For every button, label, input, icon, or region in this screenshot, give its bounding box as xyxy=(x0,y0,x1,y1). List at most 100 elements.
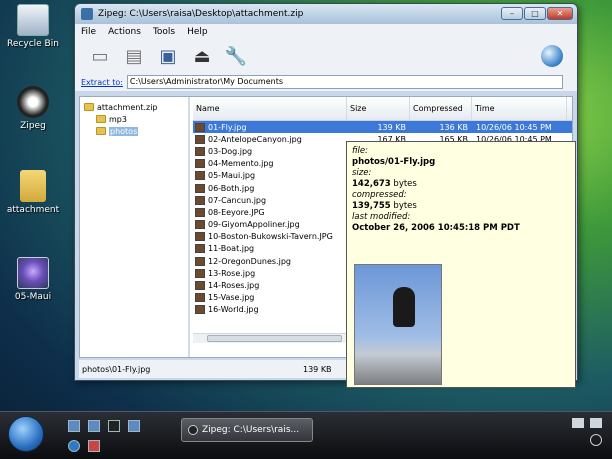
minimize-button[interactable]: – xyxy=(501,7,523,20)
internet-explorer-icon[interactable] xyxy=(68,440,80,452)
wrench-icon: 🔧 xyxy=(224,45,248,67)
extract-all-tool-button[interactable]: ▤ xyxy=(119,42,149,70)
list-header: Name Size Compressed Time xyxy=(193,97,572,121)
file-compressed: 136 KB xyxy=(439,122,468,132)
tooltip-compressed-unit: bytes xyxy=(390,201,417,211)
extract-bar: Extract to: C:\Users\Administrator\My Do… xyxy=(75,73,577,91)
tree-item-attachment-zip[interactable]: attachment.zip xyxy=(84,101,184,113)
file-name-cell: 04-Memento.jpg xyxy=(193,159,347,169)
extract-path-input[interactable]: C:\Users\Administrator\My Documents xyxy=(126,75,563,89)
file-name: 12-OregonDunes.jpg xyxy=(208,256,291,266)
column-name[interactable]: Name xyxy=(193,97,347,120)
globe-icon[interactable] xyxy=(541,45,563,67)
eject-icon: ⏏ xyxy=(193,45,211,67)
file-name-cell: 07-Cancun.jpg xyxy=(193,195,347,205)
file-name-cell: 11-Boat.jpg xyxy=(193,244,347,254)
extract-to-link[interactable]: Extract to: xyxy=(81,78,123,87)
close-button[interactable]: ✕ xyxy=(547,7,573,20)
tooltip-compressed-value: 139,755 xyxy=(352,201,391,211)
file-name-cell: 14-Roses.jpg xyxy=(193,281,347,291)
folder-icon xyxy=(96,127,106,135)
column-time[interactable]: Time xyxy=(472,97,567,120)
image-file-icon xyxy=(195,146,205,156)
start-button[interactable] xyxy=(8,416,44,452)
skateboarder-figure xyxy=(393,287,415,327)
image-file-icon xyxy=(195,207,205,217)
column-size[interactable]: Size xyxy=(347,97,410,120)
file-name: 03-Dog.jpg xyxy=(208,146,253,156)
tree-item-photos[interactable]: photos xyxy=(84,125,184,137)
image-file-icon xyxy=(195,220,205,230)
title-bar[interactable]: Zipeg: C:\Users\raisa\Desktop\attachment… xyxy=(75,4,577,24)
desktop-icon-recycle-bin[interactable]: Recycle Bin xyxy=(3,4,63,49)
image-file-icon xyxy=(195,159,205,169)
recycle-bin-icon xyxy=(17,4,49,36)
clock-icon[interactable] xyxy=(590,434,602,446)
desktop-icon-label: 05-Maui xyxy=(14,292,52,302)
window-title: Zipeg: C:\Users\raisa\Desktop\attachment… xyxy=(98,9,304,19)
zipeg-quicklaunch-icon[interactable] xyxy=(108,420,120,432)
tooltip-file-value: photos/01-Fly.jpg xyxy=(352,157,436,167)
image-file-icon xyxy=(195,195,205,205)
tooltip-size-label: size: xyxy=(352,168,372,178)
stack-icon: ▤ xyxy=(125,45,143,67)
desktop-icon-zipeg[interactable]: Zipeg xyxy=(3,86,63,131)
file-name-cell: 05-Maui.jpg xyxy=(193,171,347,181)
menu-file[interactable]: File xyxy=(81,27,96,37)
show-desktop-icon[interactable] xyxy=(68,420,80,432)
tooltip-file-label: file: xyxy=(352,146,368,156)
tree-item-label: mp3 xyxy=(109,114,127,124)
file-name-cell: 06-Both.jpg xyxy=(193,183,347,193)
file-row[interactable]: 01-Fly.jpg 139 KB 136 KB 10/26/06 10:45 PM xyxy=(193,121,572,134)
toolbar: ▭ ▤ ▣ ⏏ 🔧 xyxy=(75,39,577,73)
up-tool-button[interactable]: ⏏ xyxy=(187,42,217,70)
tooltip-modified-value: October 26, 2006 10:45:18 PM PDT xyxy=(352,223,520,233)
taskbar-zipeg-button[interactable]: Zipeg: C:\Users\rais... xyxy=(181,418,313,442)
taskbar: Zipeg: C:\Users\rais... xyxy=(0,411,612,459)
zip-folder-icon xyxy=(20,170,46,202)
desktop-icon-attachment[interactable]: attachment xyxy=(3,170,63,215)
app-icon xyxy=(81,8,93,20)
file-name-cell: 01-Fly.jpg xyxy=(193,122,347,132)
image-file-icon xyxy=(195,293,205,303)
image-file-icon xyxy=(195,305,205,315)
image-file-icon xyxy=(195,122,205,132)
menu-bar: File Actions Tools Help xyxy=(75,24,577,39)
tree-item-label: photos xyxy=(109,126,139,136)
file-name: 06-Both.jpg xyxy=(208,183,255,193)
preview-tool-button[interactable]: ▣ xyxy=(153,42,183,70)
volume-icon[interactable] xyxy=(590,418,602,428)
taskbar-button-label: Zipeg: C:\Users\rais... xyxy=(202,425,300,435)
file-name: 11-Boat.jpg xyxy=(208,244,255,254)
menu-help[interactable]: Help xyxy=(187,27,208,37)
file-name: 09-GiyomAppoliner.jpg xyxy=(208,220,300,230)
folder-icon xyxy=(96,115,106,123)
menu-actions[interactable]: Actions xyxy=(108,27,141,37)
maximize-button[interactable]: □ xyxy=(524,7,546,20)
zipeg-task-icon xyxy=(188,425,198,435)
photos-icon: ▣ xyxy=(159,45,177,67)
file-name: 14-Roses.jpg xyxy=(208,281,260,291)
desktop-icon-label: attachment xyxy=(6,205,60,215)
explorer-quicklaunch-icon[interactable] xyxy=(128,420,140,432)
file-name: 13-Rose.jpg xyxy=(208,268,256,278)
switch-windows-icon[interactable] xyxy=(88,420,100,432)
file-name: 16-World.jpg xyxy=(208,305,259,315)
image-preview xyxy=(354,264,442,385)
menu-tools[interactable]: Tools xyxy=(153,27,175,37)
folder-tree: attachment.zip mp3 photos xyxy=(80,97,190,357)
extract-tool-button[interactable]: ▭ xyxy=(85,42,115,70)
file-name-cell: 15-Vase.jpg xyxy=(193,293,347,303)
scrollbar-thumb[interactable] xyxy=(207,335,342,342)
tree-item-mp3[interactable]: mp3 xyxy=(84,113,184,125)
file-name: 01-Fly.jpg xyxy=(208,122,247,132)
desktop-icon-05-maui[interactable]: 05-Maui xyxy=(3,257,63,302)
image-file-icon xyxy=(195,183,205,193)
file-time: 10/26/06 10:45 PM xyxy=(476,122,552,132)
column-compressed[interactable]: Compressed xyxy=(410,97,472,120)
media-icon[interactable] xyxy=(88,440,100,452)
options-tool-button[interactable]: 🔧 xyxy=(221,42,251,70)
image-file-icon xyxy=(195,256,205,266)
file-name-cell: 13-Rose.jpg xyxy=(193,268,347,278)
network-icon[interactable] xyxy=(572,418,584,428)
